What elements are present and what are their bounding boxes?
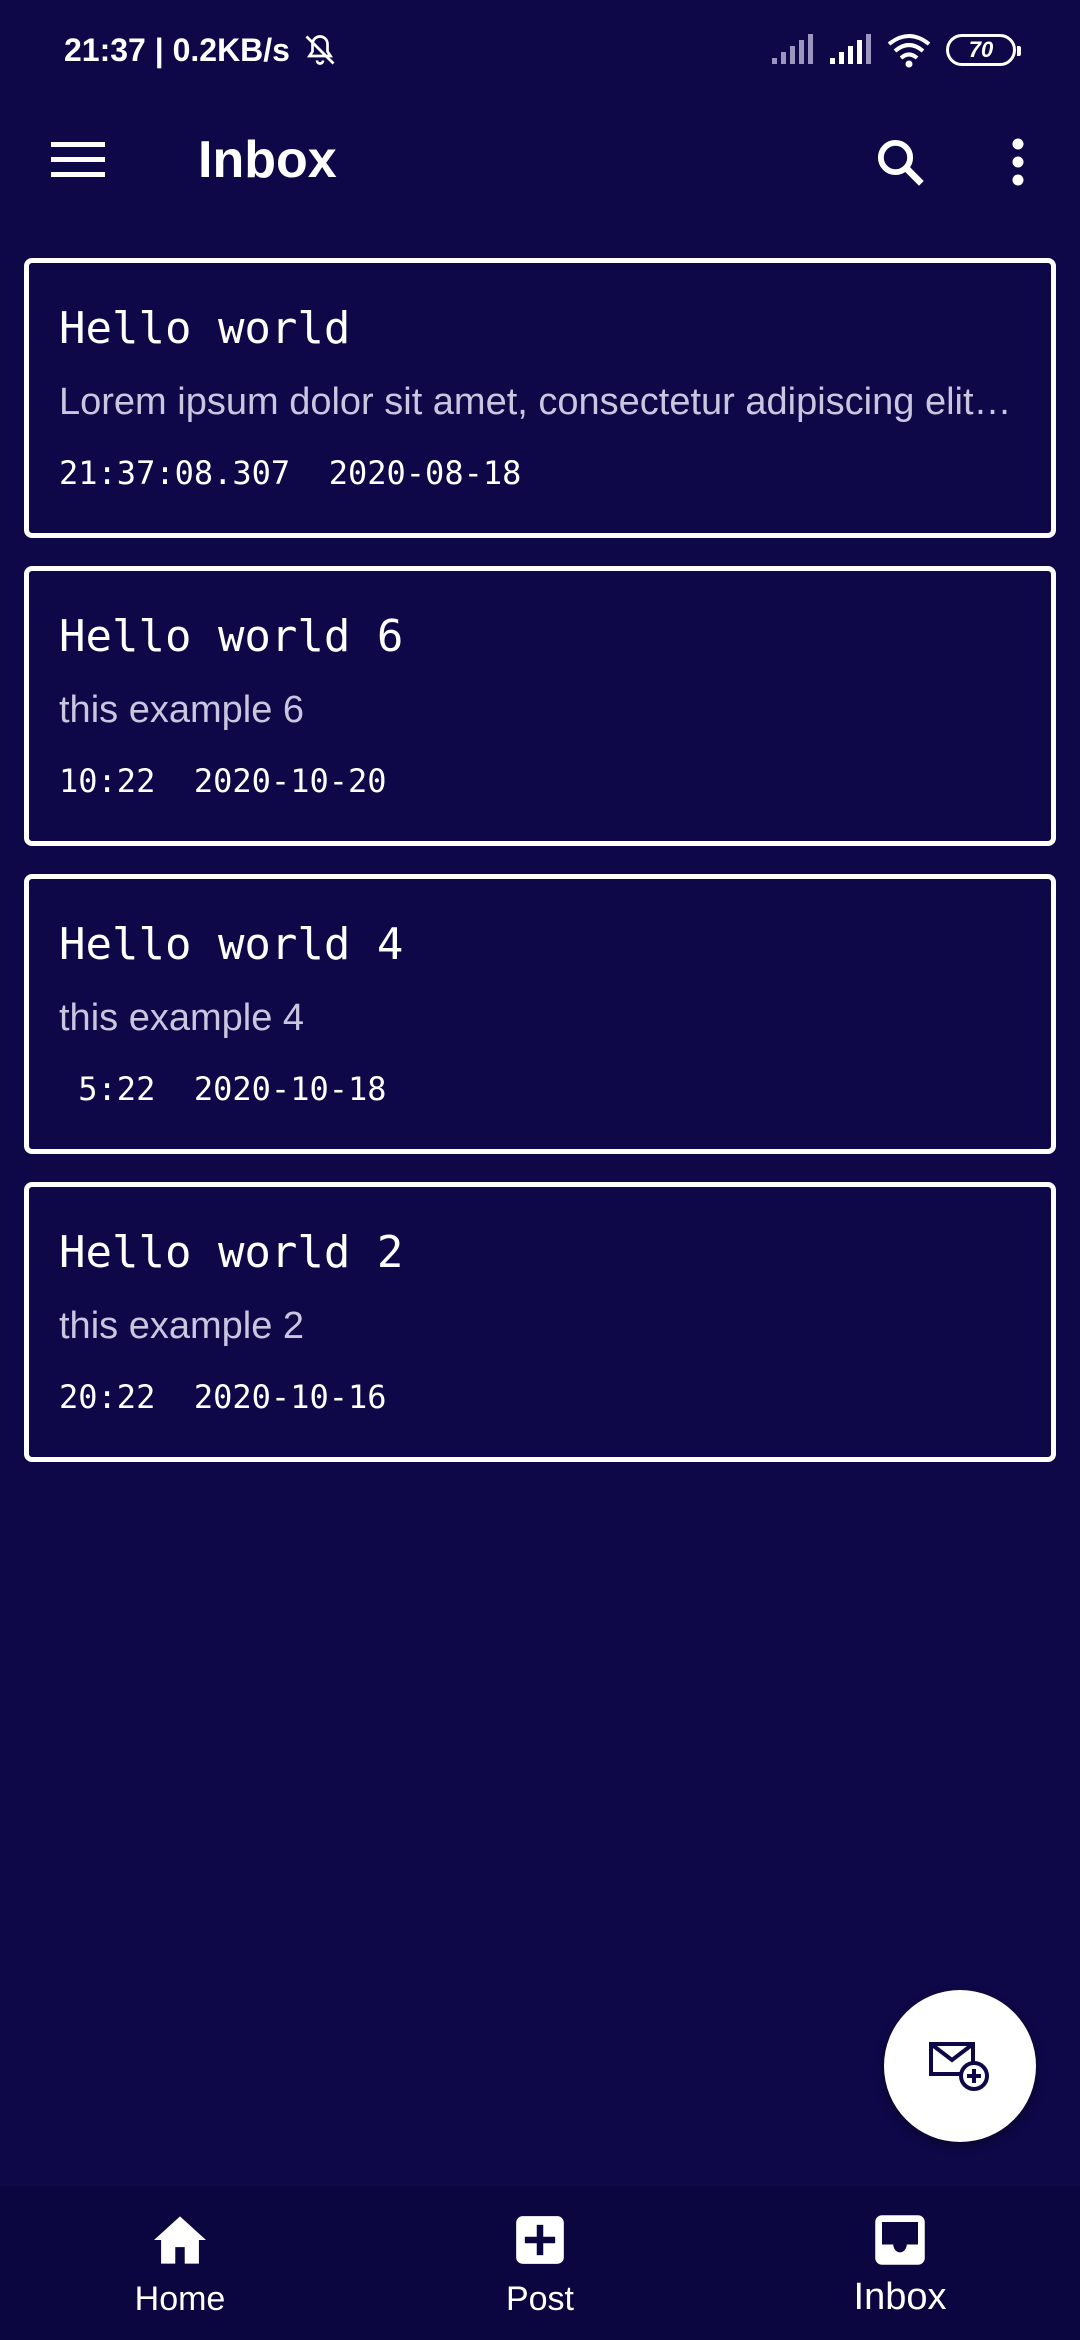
message-timestamp: 5:22 2020-10-18 <box>59 1070 387 1108</box>
search-button[interactable] <box>862 124 938 200</box>
menu-button[interactable] <box>40 128 116 192</box>
status-time-speed: 21:37 | 0.2KB/s <box>64 31 290 68</box>
hamburger-menu-icon <box>51 142 105 177</box>
message-card[interactable]: Hello world Lorem ipsum dolor sit amet, … <box>24 258 1056 538</box>
more-vertical-icon <box>1012 138 1024 186</box>
app-bar: Inbox <box>0 100 1080 220</box>
more-options-button[interactable] <box>990 124 1046 200</box>
message-title: Hello world 2 <box>59 1227 404 1278</box>
add-box-icon <box>516 2216 564 2264</box>
battery-indicator: 70 <box>946 34 1021 66</box>
search-icon <box>877 139 924 186</box>
message-list: Hello world Lorem ipsum dolor sit amet, … <box>24 258 1056 1490</box>
page-title: Inbox <box>198 131 337 189</box>
battery-level: 70 <box>968 37 994 62</box>
message-title: Hello world 4 <box>59 919 404 970</box>
wifi-icon <box>887 34 931 68</box>
nav-label-home: Home <box>134 2280 226 2318</box>
bottom-navigation: Home Post Inbox <box>0 2186 1080 2340</box>
message-body: this example 4 <box>59 997 305 1039</box>
message-body: this example 2 <box>59 1305 305 1347</box>
home-icon <box>154 2216 206 2264</box>
inbox-screen: 21:37 | 0.2KB/s 70 Inbox Hello world Lor… <box>0 0 1080 2340</box>
nav-item-home[interactable]: Home <box>0 2186 360 2340</box>
message-body: Lorem ipsum dolor sit amet, consectetur … <box>59 381 1021 423</box>
compose-mail-icon <box>929 2042 989 2091</box>
message-body: this example 6 <box>59 689 305 731</box>
message-timestamp: 10:22 2020-10-20 <box>59 762 387 800</box>
nav-label-post: Post <box>505 2280 575 2318</box>
status-indicators: 70 <box>770 32 1021 68</box>
inbox-icon <box>875 2215 925 2265</box>
status-bar: 21:37 | 0.2KB/s 70 <box>0 0 1080 100</box>
message-title: Hello world 6 <box>59 611 404 662</box>
message-timestamp: 21:37:08.307 2020-08-18 <box>59 454 522 492</box>
compose-fab[interactable] <box>884 1990 1036 2142</box>
nav-item-post[interactable]: Post <box>360 2186 720 2340</box>
bell-off-icon <box>305 35 335 65</box>
signal-icon <box>830 34 871 64</box>
signal-icon <box>772 34 813 64</box>
message-timestamp: 20:22 2020-10-16 <box>59 1378 387 1416</box>
message-card[interactable]: Hello world 2 this example 2 20:22 2020-… <box>24 1182 1056 1462</box>
message-title: Hello world <box>59 303 351 354</box>
nav-label-inbox: Inbox <box>853 2276 947 2318</box>
nav-item-inbox[interactable]: Inbox <box>720 2186 1080 2340</box>
message-card[interactable]: Hello world 6 this example 6 10:22 2020-… <box>24 566 1056 846</box>
message-card[interactable]: Hello world 4 this example 4 5:22 2020-1… <box>24 874 1056 1154</box>
